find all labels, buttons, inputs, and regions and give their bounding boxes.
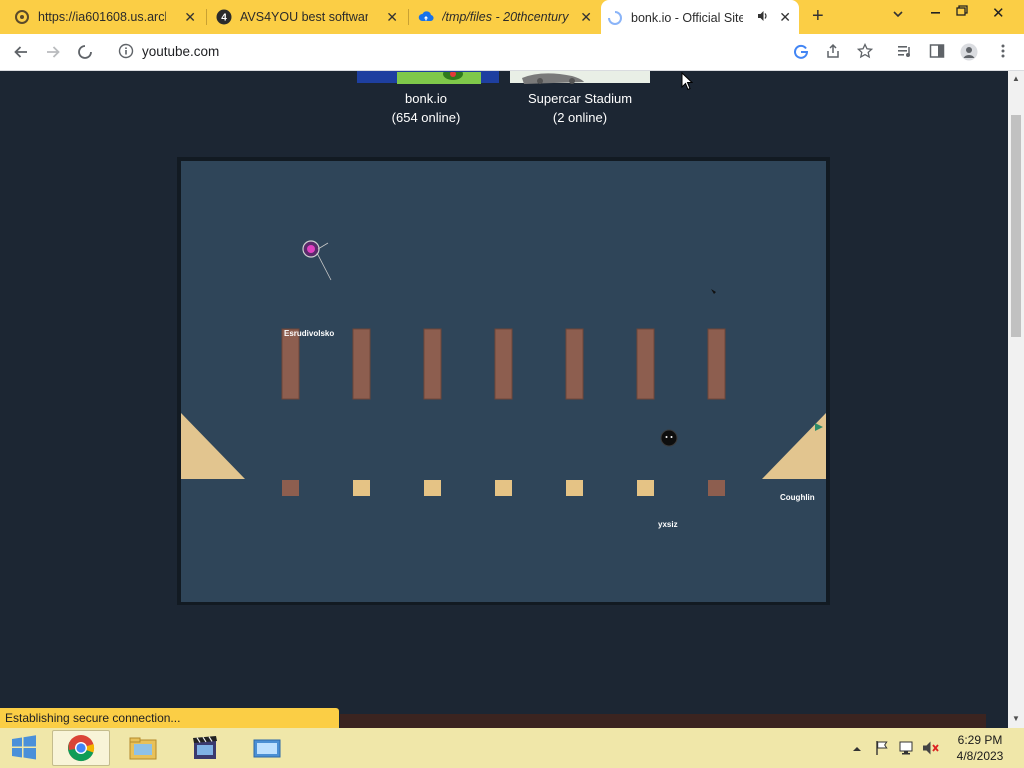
new-tab-icon[interactable]: + — [812, 6, 824, 26]
pillar — [352, 328, 371, 400]
loading-spinner-icon — [607, 10, 623, 26]
player-esrudivolsko-ball — [302, 240, 332, 281]
mouse-cursor-icon — [681, 72, 693, 91]
start-button[interactable] — [0, 730, 48, 766]
block-dark — [708, 480, 725, 496]
taskbar-chrome[interactable] — [52, 730, 110, 766]
side-panel-icon[interactable] — [928, 43, 946, 61]
cloud-upload-favicon — [418, 9, 434, 25]
window-close-icon[interactable]: ✕ — [992, 4, 1005, 22]
player-label-esrudivolsko: Esrudivolsko — [284, 329, 335, 338]
close-tab-icon[interactable]: ✕ — [779, 10, 791, 24]
tab-title: https://ia601608.us.archiv — [38, 10, 166, 24]
tab-divider — [206, 9, 207, 25]
block-light — [424, 480, 441, 496]
server-thumbnail-supercar[interactable] — [510, 71, 650, 84]
block-dark — [282, 480, 299, 496]
taskbar-file-explorer[interactable] — [114, 730, 172, 766]
block-light — [353, 480, 370, 496]
minimize-icon[interactable] — [930, 4, 942, 21]
taskbar-video-editor[interactable] — [176, 730, 234, 766]
close-tab-icon[interactable]: ✕ — [386, 10, 398, 24]
google-lens-icon[interactable] — [792, 43, 810, 61]
svg-text:4: 4 — [221, 13, 227, 24]
system-clock[interactable]: 6:29 PM 4/8/2023 — [952, 732, 1008, 764]
tab-bonk-active[interactable]: bonk.io - Official Site ✕ — [601, 0, 799, 34]
tab-strip: https://ia601608.us.archiv ✕ 4 AVS4YOU b… — [0, 0, 1024, 34]
player-label-yxsiz: yxsiz — [658, 520, 678, 529]
stop-loading-icon[interactable] — [76, 43, 94, 61]
pillar — [565, 328, 584, 400]
page-content: bonk.io (654 online) Supercar Stadium (2… — [0, 71, 1008, 728]
action-center-flag-icon[interactable] — [874, 740, 890, 756]
tab-avs4you[interactable]: 4 AVS4YOU best software f ✕ — [210, 4, 406, 30]
left-ramp — [181, 413, 245, 479]
tab-tmp-files[interactable]: /tmp/files - 20thcentury ✕ — [412, 4, 600, 30]
tab-title: /tmp/files - 20thcentury — [442, 10, 569, 24]
tab-archive[interactable]: https://ia601608.us.archiv ✕ — [8, 4, 204, 30]
back-arrow-icon[interactable] — [12, 43, 30, 61]
bookmark-star-icon[interactable] — [856, 42, 874, 61]
scroll-up-arrow-icon[interactable]: ▲ — [1012, 75, 1020, 83]
pillar — [494, 328, 513, 400]
scroll-down-arrow-icon[interactable]: ▼ — [1012, 715, 1020, 723]
address-text[interactable]: youtube.com — [142, 44, 219, 59]
block-light — [566, 480, 583, 496]
tab-title: bonk.io - Official Site — [631, 11, 743, 25]
server-online-count-supercar: (2 online) — [552, 110, 608, 125]
share-icon[interactable] — [824, 43, 842, 61]
taskbar-virtual-machine[interactable] — [238, 730, 296, 766]
block-light — [637, 480, 654, 496]
profile-avatar-icon[interactable] — [960, 43, 978, 61]
browser-toolbar: youtube.com — [0, 34, 1024, 71]
forward-arrow-icon[interactable] — [44, 43, 62, 61]
restore-icon[interactable] — [956, 4, 968, 21]
close-tab-icon[interactable]: ✕ — [184, 10, 196, 24]
game-canvas[interactable]: Esrudivolsko yxsiz Coughlin — [181, 161, 826, 602]
scroll-thumb[interactable] — [1011, 115, 1021, 337]
chrome-icon — [68, 735, 95, 762]
video-editor-icon — [193, 736, 217, 759]
debris — [711, 289, 716, 294]
player-label-coughlin: Coughlin — [780, 493, 815, 502]
media-controls-icon[interactable] — [896, 43, 914, 61]
clock-date: 4/8/2023 — [956, 749, 1004, 763]
site-info-icon[interactable] — [118, 43, 134, 59]
pillar — [423, 328, 442, 400]
block-light — [495, 480, 512, 496]
tab-title: AVS4YOU best software f — [240, 10, 368, 24]
virtual-machine-icon — [253, 739, 281, 758]
player-yxsiz-ball — [660, 429, 678, 447]
show-hidden-icons-icon[interactable] — [852, 741, 868, 757]
address-bar[interactable]: youtube.com — [110, 39, 780, 65]
right-ramp — [762, 413, 826, 479]
server-name-supercar[interactable]: Supercar Stadium — [500, 91, 660, 106]
tab-search-chevron-icon[interactable] — [892, 8, 904, 23]
tab-divider — [408, 9, 409, 25]
status-bubble: Establishing secure connection... — [0, 708, 339, 728]
avs4you-favicon: 4 — [216, 9, 232, 25]
speaker-icon[interactable] — [757, 10, 769, 25]
server-online-count-bonk: (654 online) — [391, 110, 461, 125]
pillar — [636, 328, 655, 400]
server-thumbnail-bonk[interactable] — [357, 71, 499, 84]
network-icon[interactable] — [898, 740, 914, 756]
volume-muted-icon[interactable] — [922, 740, 939, 756]
server-name-bonk[interactable]: bonk.io — [346, 91, 506, 106]
kebab-menu-icon[interactable] — [994, 43, 1012, 61]
clock-time: 6:29 PM — [957, 733, 1003, 747]
footer-strip — [340, 714, 986, 728]
pillar — [707, 328, 726, 400]
file-explorer-icon — [129, 737, 157, 760]
close-tab-icon[interactable]: ✕ — [580, 10, 592, 24]
pillar — [281, 328, 300, 400]
windows-taskbar: 6:29 PM 4/8/2023 — [0, 728, 1024, 768]
archive-favicon — [14, 9, 30, 25]
vertical-scrollbar[interactable]: ▲ ▼ — [1008, 71, 1024, 728]
